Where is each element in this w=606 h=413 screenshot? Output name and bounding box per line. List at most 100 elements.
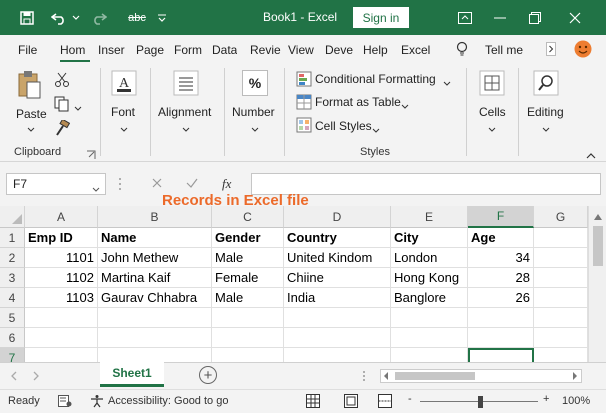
table-cell[interactable]: United Kindom	[284, 248, 391, 268]
alignment-label[interactable]: Alignment	[158, 105, 211, 119]
paste-label[interactable]: Paste	[16, 107, 47, 121]
table-cell[interactable]	[391, 328, 468, 348]
name-box[interactable]: F7	[6, 173, 106, 195]
vertical-scrollbar[interactable]	[588, 206, 606, 362]
number-dropdown-icon[interactable]	[251, 122, 259, 136]
spelling-icon[interactable]: abc	[124, 0, 150, 35]
table-cell[interactable]	[25, 348, 98, 362]
tab-page-layout[interactable]: Page	[136, 43, 164, 57]
row-header[interactable]: 5	[0, 308, 25, 328]
horizontal-scrollbar[interactable]	[380, 369, 582, 383]
table-cell[interactable]: Gaurav Chhabra	[98, 288, 212, 308]
scroll-sheets-right-icon[interactable]	[32, 370, 40, 384]
sign-in-button[interactable]: Sign in	[353, 7, 409, 28]
column-header[interactable]: A	[25, 206, 98, 228]
row-header[interactable]: 2	[0, 248, 25, 268]
tab-developer[interactable]: Deve	[325, 43, 353, 57]
sheet-tab-sheet1[interactable]: Sheet1	[100, 362, 164, 387]
restore-icon[interactable]	[520, 0, 550, 35]
table-cell[interactable]	[534, 348, 588, 362]
column-header[interactable]: D	[284, 206, 391, 228]
table-cell[interactable]	[212, 328, 284, 348]
cell-styles-button[interactable]: Cell Styles	[315, 119, 372, 133]
tab-file[interactable]: File	[18, 43, 37, 57]
copy-icon[interactable]	[54, 96, 70, 112]
table-cell[interactable]	[25, 308, 98, 328]
undo-icon[interactable]	[48, 0, 70, 35]
table-cell[interactable]: Name	[98, 228, 212, 248]
column-header[interactable]: E	[391, 206, 468, 228]
table-cell[interactable]	[534, 308, 588, 328]
tab-excel[interactable]: Excel	[401, 43, 430, 57]
page-break-view-icon[interactable]	[378, 394, 392, 411]
table-cell[interactable]: London	[391, 248, 468, 268]
tab-data[interactable]: Data	[212, 43, 237, 57]
table-cell[interactable]: Male	[212, 288, 284, 308]
tab-formulas[interactable]: Form	[174, 43, 202, 57]
editing-search-icon[interactable]	[533, 70, 559, 96]
table-cell[interactable]	[534, 248, 588, 268]
editing-dropdown-icon[interactable]	[542, 122, 550, 136]
table-cell[interactable]: Male	[212, 248, 284, 268]
zoom-out-button[interactable]: -	[408, 393, 412, 405]
copy-dropdown-icon[interactable]	[74, 101, 82, 117]
tab-split-grip-icon[interactable]	[362, 370, 366, 385]
table-cell[interactable]: 26	[468, 288, 534, 308]
table-cell[interactable]	[284, 328, 391, 348]
table-cell[interactable]	[212, 348, 284, 362]
table-cell[interactable]	[391, 348, 468, 362]
table-cell[interactable]	[98, 328, 212, 348]
cut-icon[interactable]	[54, 72, 70, 88]
font-icon[interactable]: A	[111, 70, 137, 96]
table-cell[interactable]: Gender	[212, 228, 284, 248]
conditional-formatting-icon[interactable]	[296, 71, 312, 87]
cells-dropdown-icon[interactable]	[488, 122, 496, 136]
zoom-slider-thumb[interactable]	[478, 396, 483, 408]
active-cell[interactable]	[468, 348, 534, 362]
row-header[interactable]: 4	[0, 288, 25, 308]
conditional-formatting-dropdown-icon[interactable]	[443, 76, 451, 90]
ribbon-scroll-right-icon[interactable]	[546, 42, 556, 59]
format-painter-icon[interactable]	[54, 118, 71, 136]
row-header[interactable]: 6	[0, 328, 25, 348]
minimize-icon[interactable]	[485, 0, 515, 35]
tab-insert[interactable]: Inser	[98, 43, 125, 57]
font-dropdown-icon[interactable]	[120, 122, 128, 136]
page-layout-view-icon[interactable]	[344, 394, 358, 411]
table-cell[interactable]: Female	[212, 268, 284, 288]
row-header[interactable]: 7	[0, 348, 25, 362]
table-cell[interactable]: 1101	[25, 248, 98, 268]
editing-label[interactable]: Editing	[527, 105, 564, 119]
row-header[interactable]: 3	[0, 268, 25, 288]
cell-styles-dropdown-icon[interactable]	[372, 123, 380, 137]
collapse-ribbon-icon[interactable]	[586, 149, 596, 159]
normal-view-icon[interactable]	[306, 394, 320, 411]
feedback-smiley-icon[interactable]	[574, 40, 592, 61]
tab-help[interactable]: Help	[363, 43, 388, 57]
table-cell[interactable]	[98, 348, 212, 362]
row-header[interactable]: 1	[0, 228, 25, 248]
table-cell[interactable]	[25, 328, 98, 348]
cancel-entry-icon[interactable]	[151, 177, 163, 192]
column-header[interactable]: B	[98, 206, 212, 228]
tell-me-search[interactable]: Tell me	[485, 43, 523, 57]
conditional-formatting-button[interactable]: Conditional Formatting	[315, 72, 436, 86]
paste-dropdown-icon[interactable]	[27, 122, 35, 136]
table-cell[interactable]: Hong Kong	[391, 268, 468, 288]
accessibility-icon[interactable]	[90, 394, 104, 411]
table-cell[interactable]: Emp ID	[25, 228, 98, 248]
zoom-in-button[interactable]: +	[543, 393, 549, 405]
table-cell[interactable]	[284, 308, 391, 328]
number-label[interactable]: Number	[232, 105, 275, 119]
table-cell[interactable]	[391, 308, 468, 328]
table-cell[interactable]: John Methew	[98, 248, 212, 268]
table-cell[interactable]	[212, 308, 284, 328]
table-cell[interactable]	[98, 308, 212, 328]
format-as-table-dropdown-icon[interactable]	[401, 99, 409, 113]
font-label[interactable]: Font	[111, 105, 135, 119]
cells-label[interactable]: Cells	[479, 105, 506, 119]
alignment-icon[interactable]	[173, 70, 199, 96]
table-cell[interactable]: Banglore	[391, 288, 468, 308]
insert-function-button[interactable]: fx	[222, 176, 231, 192]
table-cell[interactable]	[534, 228, 588, 248]
